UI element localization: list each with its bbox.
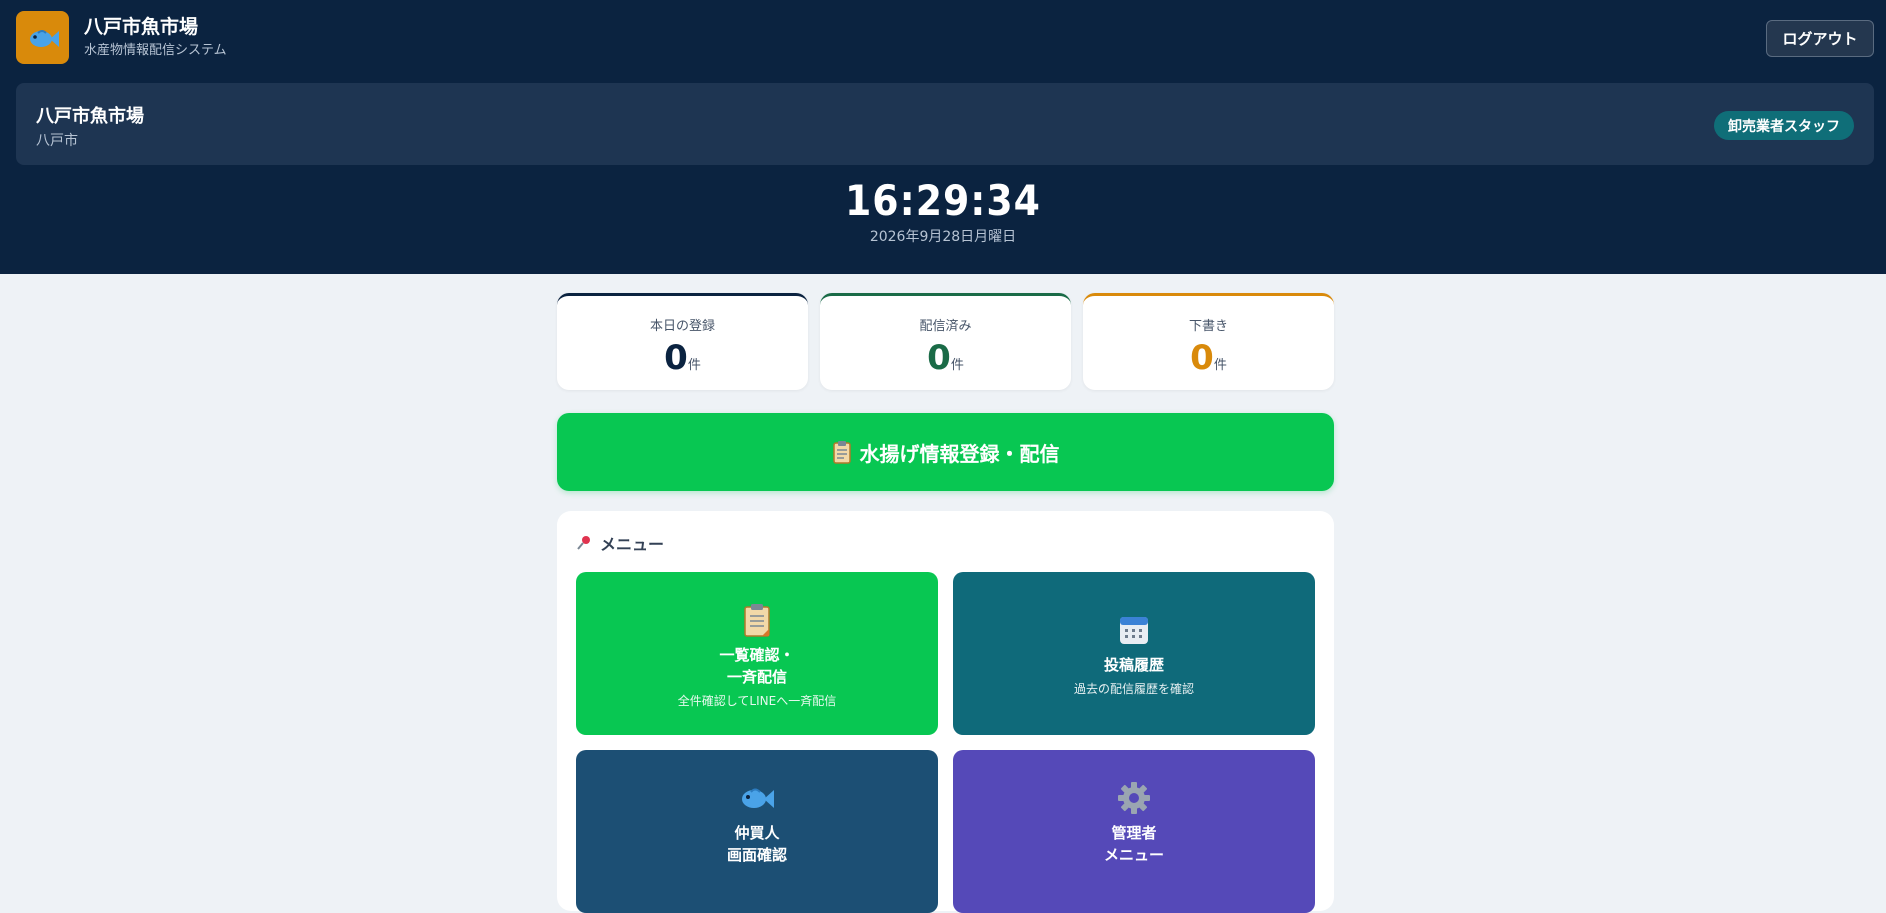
calendar-icon [1120, 617, 1148, 644]
tile-subtitle: 全件確認してLINEへ一斉配信 [677, 694, 837, 708]
app-subtitle: 水産物情報配信システム [84, 43, 227, 58]
market-city: 八戸市 [36, 133, 78, 149]
tile-title: 仲買人 画面確認 [576, 822, 938, 866]
stat-card-delivered: 配信済み 0件 [820, 293, 1071, 390]
stat-unit: 件 [687, 358, 701, 373]
tile-title-line: メニュー [1103, 846, 1164, 864]
menu-panel: メニュー 一覧確認・ 一斉配信 全件確認してLINEへ一斉配信 投稿履歴 過去の… [557, 511, 1334, 913]
top-bar: 八戸市魚市場 水産物情報配信システム ログアウト [16, 11, 1874, 65]
stat-number: 0 [664, 338, 688, 378]
role-badge: 卸売業者スタッフ [1714, 111, 1854, 140]
tile-icon-wrap [576, 780, 938, 816]
app-title: 八戸市魚市場 [84, 16, 199, 38]
menu-grid: 一覧確認・ 一斉配信 全件確認してLINEへ一斉配信 投稿履歴 過去の配信履歴を… [576, 572, 1315, 913]
market-name: 八戸市魚市場 [36, 106, 144, 127]
tile-subtitle: 過去の配信履歴を確認 [1073, 682, 1194, 696]
stat-value: 0件 [1083, 338, 1334, 378]
stat-label: 本日の登録 [649, 319, 715, 334]
register-and-deliver-button[interactable]: 水揚げ情報登録・配信 [557, 413, 1334, 491]
app-logo [16, 11, 69, 64]
menu-title: メニュー [576, 531, 1315, 555]
stat-card-draft: 下書き 0件 [1083, 293, 1334, 390]
market-card: 八戸市魚市場 八戸市 卸売業者スタッフ [16, 83, 1874, 165]
tile-title-line: 画面確認 [726, 846, 787, 864]
stat-label: 配信済み [919, 319, 972, 334]
tile-title-line: 仲買人 [734, 824, 780, 842]
stat-label: 下書き [1188, 319, 1228, 334]
stat-unit: 件 [950, 358, 964, 373]
stats-row: 本日の登録 0件 配信済み 0件 下書き 0件 [557, 293, 1334, 390]
header: 八戸市魚市場 水産物情報配信システム ログアウト 八戸市魚市場 八戸市 卸売業者… [0, 0, 1886, 274]
menu-tile-admin-menu[interactable]: 管理者 メニュー [953, 750, 1315, 913]
clipboard-icon [744, 604, 770, 637]
stat-number: 0 [1190, 338, 1214, 378]
tile-title-line: 一覧確認・ [719, 646, 795, 664]
stat-value: 0件 [820, 338, 1071, 378]
register-button-label: 水揚げ情報登録・配信 [859, 441, 1060, 466]
fish-icon [29, 29, 59, 47]
tile-title: 一覧確認・ 一斉配信 [576, 644, 938, 688]
clock-time: 16:29:34 [845, 176, 1041, 225]
tile-title-line: 一斉配信 [726, 668, 787, 686]
tile-title-line: 管理者 [1111, 824, 1157, 842]
tile-icon-wrap [576, 602, 938, 638]
stat-number: 0 [927, 338, 951, 378]
stat-value: 0件 [557, 338, 808, 378]
clipboard-icon [832, 441, 851, 464]
clock-date: 2026年9月28日月曜日 [869, 229, 1017, 245]
pushpin-icon [577, 536, 590, 550]
menu-title-label: メニュー [600, 535, 665, 554]
fish-icon [742, 788, 774, 808]
tile-title: 管理者 メニュー [953, 822, 1315, 866]
gear-icon [1118, 782, 1150, 814]
stat-card-today: 本日の登録 0件 [557, 293, 808, 390]
logout-button[interactable]: ログアウト [1766, 20, 1874, 57]
tile-icon-wrap [953, 780, 1315, 816]
menu-tile-buyer-screen[interactable]: 仲買人 画面確認 [576, 750, 938, 913]
menu-tile-post-history[interactable]: 投稿履歴 過去の配信履歴を確認 [953, 572, 1315, 735]
menu-tile-list-broadcast[interactable]: 一覧確認・ 一斉配信 全件確認してLINEへ一斉配信 [576, 572, 938, 735]
tile-title: 投稿履歴 [953, 654, 1315, 676]
stat-unit: 件 [1213, 358, 1227, 373]
brand: 八戸市魚市場 水産物情報配信システム [84, 15, 227, 60]
tile-icon-wrap [953, 612, 1315, 648]
main-content: 本日の登録 0件 配信済み 0件 下書き 0件 水揚げ情報登録・配信 メニュー … [557, 293, 1334, 913]
tile-title-line: 投稿履歴 [1103, 656, 1164, 674]
